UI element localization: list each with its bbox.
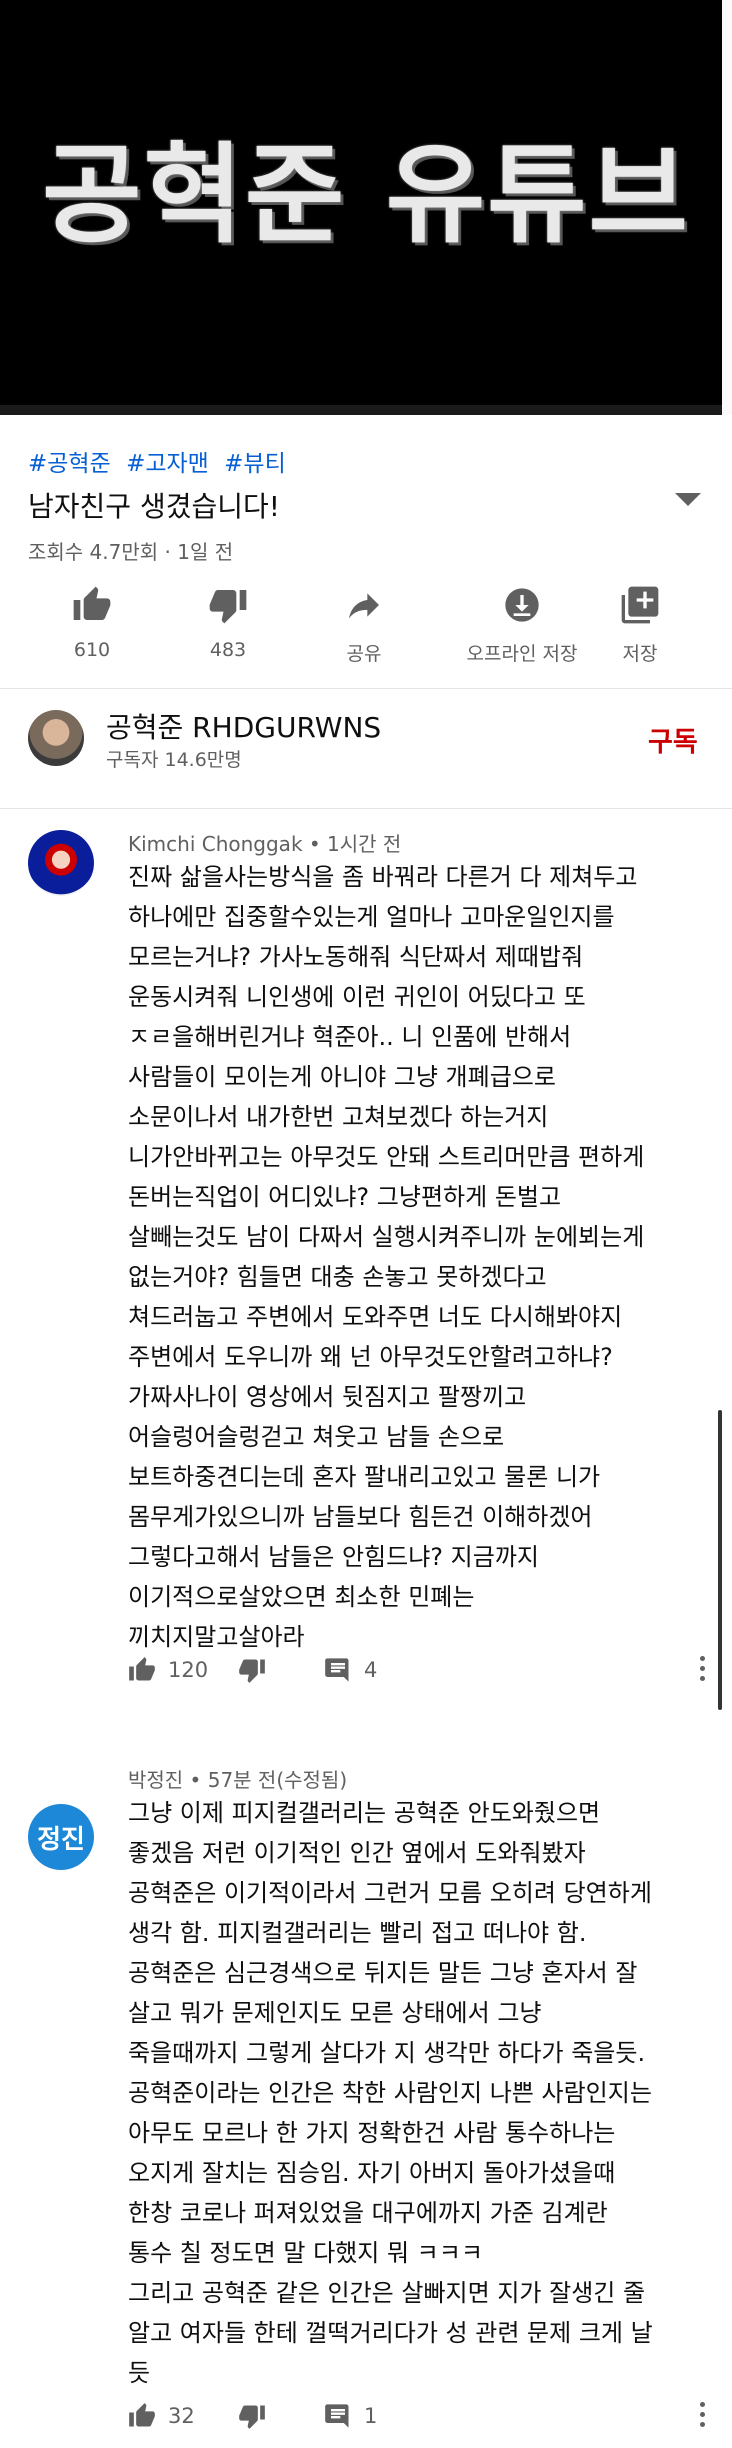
subscriber-count: 구독자 14.6만명 bbox=[106, 749, 242, 771]
commenter-avatar[interactable] bbox=[28, 830, 94, 896]
thumbs-down-icon bbox=[168, 585, 288, 625]
comment-like-button[interactable]: 120 bbox=[128, 1656, 208, 1684]
comment-dislike-button[interactable] bbox=[238, 1656, 278, 1684]
comment-like-button[interactable]: 32 bbox=[128, 2402, 195, 2430]
comment-author[interactable]: Kimchi Chonggak bbox=[128, 832, 303, 856]
comment-header: Kimchi Chonggak • 1시간 전 bbox=[128, 832, 402, 856]
comment-like-count: 32 bbox=[168, 2404, 195, 2428]
banner-edge bbox=[722, 0, 732, 415]
divider bbox=[0, 808, 732, 809]
divider bbox=[0, 688, 732, 689]
reply-comment-icon bbox=[325, 1658, 349, 1682]
video-meta: 조회수 4.7만회 · 1일 전 bbox=[28, 540, 234, 564]
comment-reply-count: 1 bbox=[364, 2404, 378, 2428]
comment-text: 그냥 이제 피지컬갤러리는 공혁준 안도와줬으면 좋겠음 저런 이기적인 인간 … bbox=[128, 1799, 653, 2387]
thumbs-up-icon bbox=[129, 2403, 155, 2427]
video-player[interactable]: 공혁준 유튜브 bbox=[0, 0, 732, 415]
save-button[interactable]: 저장 bbox=[580, 585, 700, 666]
share-icon bbox=[304, 585, 424, 625]
hashtag-link[interactable]: #고자맨 bbox=[126, 451, 209, 477]
dislike-count: 483 bbox=[209, 639, 247, 661]
subscribe-button[interactable]: 구독 bbox=[648, 720, 698, 759]
comment-actions: 120 4 bbox=[128, 1656, 708, 1686]
like-button[interactable]: 610 bbox=[32, 585, 152, 661]
comment-time: 1시간 전 bbox=[327, 832, 402, 856]
share-label: 공유 bbox=[346, 643, 382, 665]
thumbs-down-icon bbox=[239, 2405, 265, 2429]
download-label: 오프라인 저장 bbox=[466, 643, 578, 665]
comment-actions: 32 1 bbox=[128, 2402, 708, 2432]
download-icon bbox=[442, 585, 602, 625]
banner-logo-text: 공혁준 유튜브 bbox=[42, 133, 690, 258]
hashtag-link[interactable]: #공혁준 bbox=[28, 451, 111, 477]
comment-like-count: 120 bbox=[168, 1658, 209, 1682]
comment-time: 57분 전(수정됨) bbox=[207, 1768, 348, 1792]
comment-text: 진짜 삶을사는방식을 좀 바꿔라 다른거 다 제쳐두고 하나에만 집중할수있는게… bbox=[128, 863, 645, 1651]
hashtags: #공혁준 #고자맨 #뷰티 bbox=[28, 444, 294, 478]
channel-avatar[interactable] bbox=[28, 710, 84, 766]
reply-comment-icon bbox=[325, 2404, 349, 2428]
dislike-button[interactable]: 483 bbox=[168, 585, 288, 661]
video-progress-strip bbox=[0, 405, 732, 415]
comment-more-icon[interactable] bbox=[700, 1656, 708, 1686]
like-count: 610 bbox=[73, 639, 111, 661]
comment-more-icon[interactable] bbox=[700, 2402, 708, 2432]
thumbs-up-icon bbox=[129, 1657, 155, 1681]
comment-dislike-button[interactable] bbox=[238, 2402, 278, 2430]
share-button[interactable]: 공유 bbox=[304, 585, 424, 666]
commenter-avatar[interactable]: 정진 bbox=[28, 1804, 94, 1870]
save-label: 저장 bbox=[622, 643, 658, 665]
download-button[interactable]: 오프라인 저장 bbox=[442, 585, 602, 666]
channel-name[interactable]: 공혁준 RHDGURWNS bbox=[106, 706, 381, 746]
comment-author[interactable]: 박정진 bbox=[128, 1768, 183, 1792]
save-playlist-icon bbox=[580, 585, 700, 625]
hashtag-link[interactable]: #뷰티 bbox=[224, 451, 286, 477]
video-title[interactable]: 남자친구 생겼습니다! bbox=[28, 485, 280, 525]
thumbs-up-icon bbox=[32, 585, 152, 625]
comment-reply-button[interactable]: 4 bbox=[324, 1656, 377, 1684]
scrollbar[interactable] bbox=[718, 1410, 722, 1710]
comment-header: 박정진 • 57분 전(수정됨) bbox=[128, 1768, 348, 1792]
expand-description-icon[interactable] bbox=[675, 493, 701, 506]
comment-reply-button[interactable]: 1 bbox=[324, 2402, 377, 2430]
action-bar: 610 483 공유 오프라인 저장 저장 bbox=[0, 585, 732, 675]
thumbs-down-icon bbox=[239, 1659, 265, 1683]
comment-reply-count: 4 bbox=[364, 1658, 378, 1682]
